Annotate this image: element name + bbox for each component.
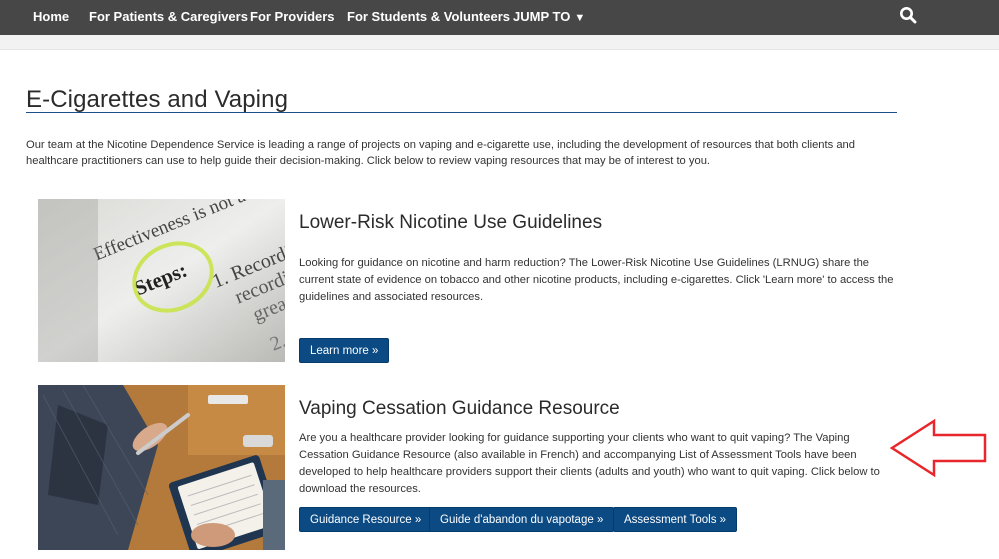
chevron-down-icon: ▼ [574,12,586,24]
nav-patients-caregivers[interactable]: For Patients & Caregivers [89,0,248,35]
assessment-tools-button[interactable]: Assessment Tools » [613,507,738,532]
nav-jump-to-label: JUMP TO [513,9,571,24]
annotation-arrow-icon [889,418,987,478]
search-button[interactable] [899,6,921,28]
vaping-cessation-image [38,385,285,550]
nav-students-volunteers[interactable]: For Students & Volunteers [347,0,510,35]
intro-paragraph: Our team at the Nicotine Dependence Serv… [26,139,856,167]
nav-providers[interactable]: For Providers [250,0,335,35]
guidelines-image: Effectiveness is not a Steps: 1. Recordi… [38,199,285,362]
learn-more-button[interactable]: Learn more » [299,338,390,363]
nav-jump-to[interactable]: JUMP TO ▼ [513,0,585,35]
page-title: E-Cigarettes and Vaping [26,86,289,113]
search-icon [900,7,917,24]
subheader-band [0,35,999,50]
vaping-cessation-card-description: Are you a healthcare provider looking fo… [299,432,880,495]
nav-students-volunteers-label: For Students & Volunteers [347,9,510,24]
vaping-cessation-card-title: Vaping Cessation Guidance Resource [299,398,620,419]
guide-abandon-vapotage-button[interactable]: Guide d'abandon du vapotage » [429,507,615,532]
top-navigation-bar: Home For Patients & Caregivers For Provi… [0,0,999,35]
guidance-resource-button[interactable]: Guidance Resource » [299,507,433,532]
lrnug-card-title: Lower-Risk Nicotine Use Guidelines [299,212,603,233]
nav-home[interactable]: Home [33,0,69,35]
title-divider [26,112,897,113]
lrnug-card-description: Looking for guidance on nicotine and har… [299,257,894,303]
